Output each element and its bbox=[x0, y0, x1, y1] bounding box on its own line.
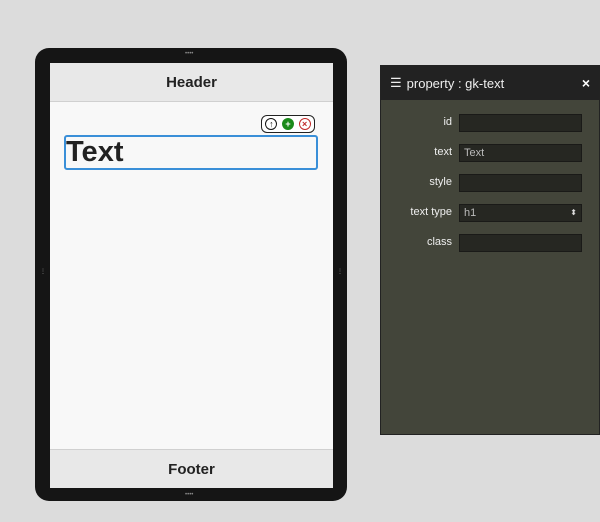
resize-handle-top[interactable]: •••• bbox=[185, 51, 193, 57]
close-icon[interactable]: × bbox=[298, 118, 311, 130]
field-label: style bbox=[429, 176, 452, 188]
arrow-up-icon[interactable]: ↑ bbox=[265, 118, 278, 130]
field-label: id bbox=[443, 116, 452, 128]
field-class: class bbox=[381, 234, 600, 254]
resize-handle-right[interactable]: ⋮ bbox=[337, 268, 343, 275]
list-icon: ☰ bbox=[390, 75, 402, 90]
resize-handle-left[interactable]: ⋮ bbox=[40, 268, 46, 275]
device-frame: •••• •••• ⋮ ⋮ Header ↑ + × Text Footer bbox=[35, 48, 347, 501]
text-input[interactable]: Text bbox=[459, 144, 582, 162]
close-button[interactable]: × bbox=[582, 75, 590, 91]
text-element[interactable]: Text bbox=[64, 135, 318, 170]
page-header[interactable]: Header bbox=[50, 63, 333, 102]
panel-title-bar: ☰ property : gk-text bbox=[381, 66, 599, 100]
text-type-select[interactable]: h1 ⬍ bbox=[459, 204, 582, 222]
style-input[interactable] bbox=[459, 174, 582, 192]
field-label: class bbox=[426, 236, 452, 248]
select-value: h1 bbox=[464, 207, 477, 219]
property-panel: ☰ property : gk-text × id text Text style… bbox=[380, 65, 600, 435]
field-style: style bbox=[381, 174, 600, 194]
plus-icon[interactable]: + bbox=[281, 118, 294, 130]
field-text-type: text type h1 ⬍ bbox=[381, 204, 600, 224]
id-input[interactable] bbox=[459, 114, 582, 132]
element-toolbar: ↑ + × bbox=[261, 115, 315, 133]
field-label: text bbox=[434, 146, 452, 158]
device-screen: Header ↑ + × Text Footer bbox=[50, 63, 333, 488]
field-label: text type bbox=[410, 206, 452, 218]
field-text: text Text bbox=[381, 144, 600, 164]
panel-title: property : gk-text bbox=[406, 75, 505, 91]
resize-handle-bottom[interactable]: •••• bbox=[185, 492, 193, 498]
field-id: id bbox=[381, 114, 600, 134]
select-arrows-icon: ⬍ bbox=[570, 208, 577, 217]
page-footer[interactable]: Footer bbox=[50, 449, 333, 488]
class-input[interactable] bbox=[459, 234, 582, 252]
